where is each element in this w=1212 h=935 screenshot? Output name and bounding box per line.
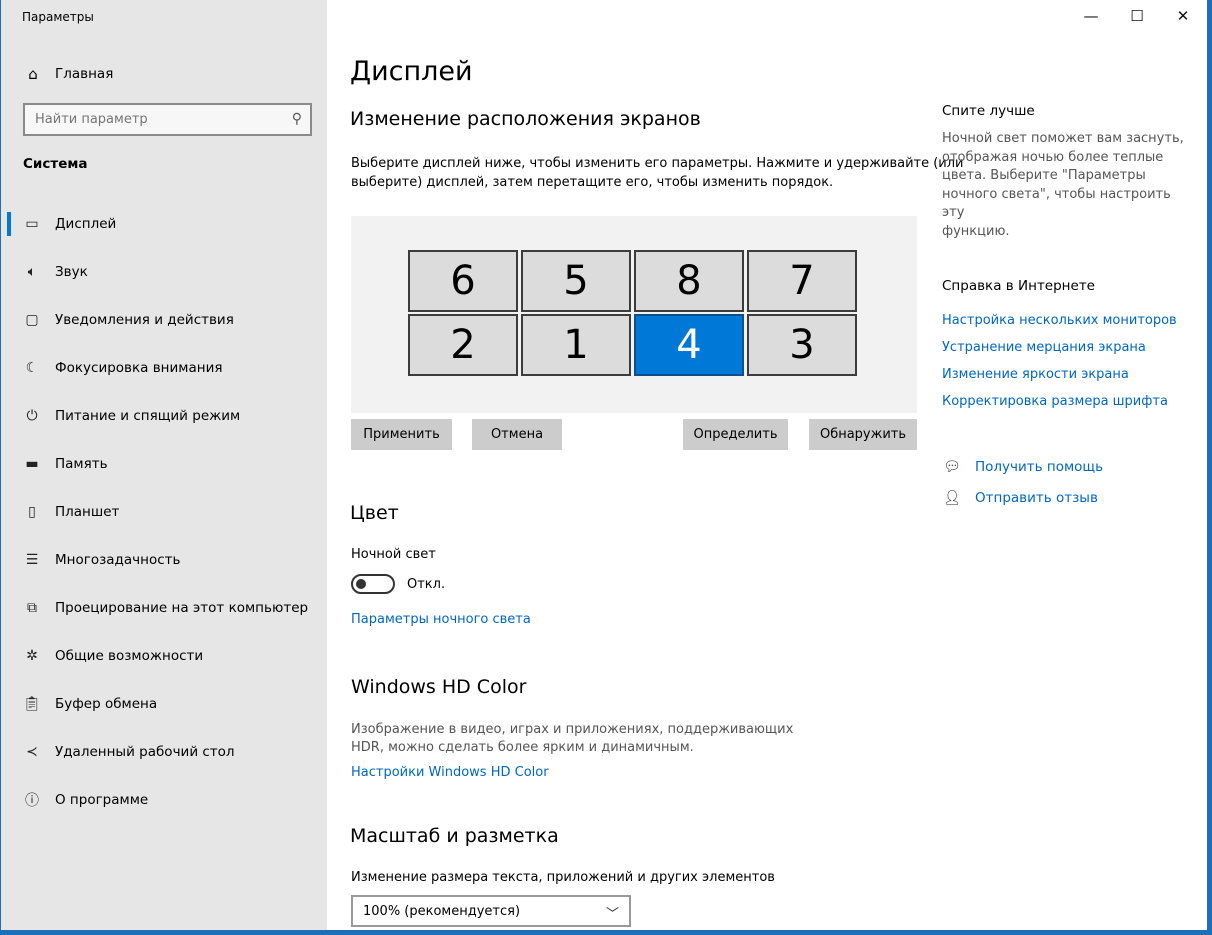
- clipboard-icon: 📋︎: [23, 696, 41, 712]
- display-tile[interactable]: 7: [747, 250, 857, 312]
- display-tile[interactable]: 5: [521, 250, 631, 312]
- arrangement-heading: Изменение расположения экранов: [350, 108, 701, 130]
- help-link-screen-flicker[interactable]: Устранение мерцания экрана: [942, 339, 1192, 358]
- toggle-knob: [356, 579, 366, 589]
- sidebar-item-label: Память: [55, 456, 108, 472]
- sidebar-item-tablet[interactable]: ▯ Планшет: [1, 488, 327, 536]
- multitasking-icon: ☰: [25, 552, 39, 568]
- sidebar-section-title: Система: [23, 156, 88, 172]
- tablet-icon: ▯: [28, 504, 36, 520]
- sleep-text-line: функцию.: [942, 223, 1010, 239]
- sidebar-item-label: Питание и спящий режим: [55, 408, 241, 424]
- sidebar-item-display[interactable]: ▭ Дисплей: [1, 200, 327, 248]
- sidebar-item-label: Дисплей: [55, 216, 117, 232]
- feedback-icon: 👤︎: [943, 490, 961, 506]
- sleep-text-line: цвета. Выберите "Параметры: [942, 168, 1146, 183]
- display-tile[interactable]: 8: [634, 250, 744, 312]
- sidebar-item-clipboard[interactable]: 📋︎ Буфер обмена: [1, 680, 327, 728]
- sidebar-item-notifications[interactable]: ▢ Уведомления и действия: [1, 296, 327, 344]
- sleep-better-heading: Спите лучше: [942, 103, 1035, 119]
- scale-dropdown[interactable]: 100% (рекомендуется) ﹀: [351, 895, 631, 927]
- home-icon: ⌂: [28, 65, 38, 83]
- app-title: Параметры: [22, 10, 94, 24]
- sidebar: Параметры ⌂ Главная ⚲ Система ▭ Дисплей …: [1, 0, 327, 930]
- sleep-text-line: ночного света", чтобы настроить эту: [942, 186, 1171, 221]
- sidebar-item-multitasking[interactable]: ☰ Многозадачность: [1, 536, 327, 584]
- moon-icon: ☾: [25, 360, 39, 376]
- night-light-label: Ночной свет: [351, 547, 436, 562]
- detect-button[interactable]: Обнаружить: [809, 419, 917, 450]
- sleep-text-line: Ночной свет поможет вам заснуть,: [942, 131, 1184, 146]
- hdr-heading: Windows HD Color: [351, 676, 527, 698]
- sidebar-item-shared-experiences[interactable]: ✲ Общие возможности: [1, 632, 327, 680]
- night-light-state: Откл.: [407, 577, 446, 592]
- notification-icon: ▢: [25, 312, 39, 328]
- help-link-font-size[interactable]: Корректировка размера шрифта: [942, 393, 1192, 412]
- color-heading: Цвет: [350, 502, 399, 524]
- sidebar-nav: ▭ Дисплей 🔈︎ Звук ▢ Уведомления и действ…: [1, 200, 327, 824]
- remote-desktop-icon: ≺: [26, 744, 38, 760]
- sidebar-item-label: Буфер обмена: [55, 696, 158, 712]
- sidebar-item-storage[interactable]: ▬ Память: [1, 440, 327, 488]
- sidebar-item-label: Планшет: [55, 504, 120, 520]
- sidebar-item-label: Общие возможности: [55, 648, 204, 664]
- nav-home[interactable]: ⌂ Главная: [23, 62, 313, 86]
- sidebar-item-label: Удаленный рабочий стол: [55, 744, 235, 760]
- hdr-settings-link[interactable]: Настройки Windows HD Color: [351, 763, 549, 782]
- apply-button[interactable]: Применить: [351, 419, 452, 450]
- sidebar-item-sound[interactable]: 🔈︎ Звук: [1, 248, 327, 296]
- speaker-icon: 🔈︎: [27, 264, 37, 280]
- arrangement-description-2: выберите) дисплей, затем перетащите его,…: [351, 175, 834, 190]
- sidebar-item-label: Проецирование на этот компьютер: [55, 600, 309, 616]
- power-icon: ⏻: [26, 408, 38, 424]
- sleep-text-line: отображая ночью более теплые: [942, 149, 1164, 165]
- night-light-toggle[interactable]: [351, 574, 395, 594]
- monitor-icon: ▭: [25, 216, 39, 232]
- display-tile-selected[interactable]: 4: [634, 314, 744, 376]
- search-input[interactable]: [25, 111, 277, 128]
- sidebar-item-power[interactable]: ⏻ Питание и спящий режим: [1, 392, 327, 440]
- display-tile[interactable]: 1: [521, 314, 631, 376]
- arrangement-description-1: Выберите дисплей ниже, чтобы изменить ег…: [351, 156, 964, 171]
- scale-dropdown-value: 100% (рекомендуется): [363, 903, 521, 919]
- sidebar-item-label: Фокусировка внимания: [55, 360, 223, 376]
- get-help-link[interactable]: Получить помощь: [975, 459, 1103, 475]
- chat-help-icon: 💬︎: [943, 459, 961, 475]
- feedback-link[interactable]: Отправить отзыв: [975, 490, 1098, 506]
- sleep-better-text: Ночной свет поможет вам заснуть, отображ…: [942, 130, 1192, 241]
- sidebar-item-focus-assist[interactable]: ☾ Фокусировка внимания: [1, 344, 327, 392]
- storage-icon: ▬: [25, 456, 39, 472]
- sidebar-item-label: Многозадачность: [55, 552, 181, 568]
- hdr-description-2: HDR, можно сделать более ярким и динамич…: [351, 740, 694, 755]
- display-tile[interactable]: 2: [408, 314, 518, 376]
- sidebar-item-about[interactable]: ⓘ О программе: [1, 776, 327, 824]
- cancel-button[interactable]: Отмена: [472, 419, 562, 450]
- chevron-down-icon: ﹀: [605, 907, 619, 922]
- sidebar-item-projecting[interactable]: ⧉ Проецирование на этот компьютер: [1, 584, 327, 632]
- search-box[interactable]: ⚲: [23, 103, 312, 136]
- page-title: Дисплей: [350, 56, 473, 87]
- sidebar-item-label: Звук: [55, 264, 88, 280]
- sidebar-item-label: Уведомления и действия: [55, 312, 234, 328]
- help-link-multiple-monitors[interactable]: Настройка нескольких мониторов: [942, 312, 1192, 331]
- night-light-settings-link[interactable]: Параметры ночного света: [351, 610, 531, 629]
- display-arrangement-area[interactable]: 6 5 8 7 2 1 4 3: [351, 216, 917, 413]
- web-help-heading: Справка в Интернете: [942, 278, 1095, 294]
- shared-experiences-icon: ✲: [26, 648, 38, 664]
- display-tile[interactable]: 6: [408, 250, 518, 312]
- projecting-icon: ⧉: [27, 600, 37, 616]
- hdr-description-1: Изображение в видео, играх и приложениях…: [351, 722, 794, 737]
- help-link-brightness[interactable]: Изменение яркости экрана: [942, 366, 1192, 385]
- get-help-row[interactable]: 💬︎ Получить помощь: [942, 459, 1103, 475]
- feedback-row[interactable]: 👤︎ Отправить отзыв: [942, 490, 1098, 506]
- scale-heading: Масштаб и разметка: [350, 825, 559, 847]
- sidebar-item-remote-desktop[interactable]: ≺ Удаленный рабочий стол: [1, 728, 327, 776]
- search-icon[interactable]: ⚲: [292, 111, 302, 127]
- scale-label: Изменение размера текста, приложений и д…: [351, 870, 775, 885]
- info-icon: ⓘ: [25, 793, 39, 809]
- sidebar-item-label: О программе: [55, 792, 149, 808]
- identify-button[interactable]: Определить: [683, 419, 788, 450]
- display-tile[interactable]: 3: [747, 314, 857, 376]
- nav-home-label: Главная: [55, 66, 114, 82]
